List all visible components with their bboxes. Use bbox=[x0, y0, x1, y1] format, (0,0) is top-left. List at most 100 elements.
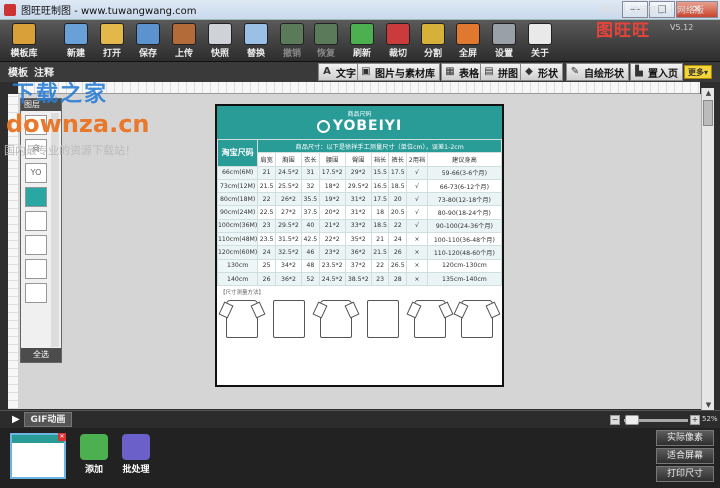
table-cell: × bbox=[406, 245, 428, 260]
scroll-down-icon[interactable]: ▼ bbox=[702, 400, 715, 410]
layer-thumbnail[interactable] bbox=[25, 211, 47, 231]
crop-button[interactable]: 裁切 bbox=[378, 22, 418, 60]
table-row: 110cm(48M) 23.5 31.5*2 42.5 22*2 35*2 21 24 × 100… bbox=[216, 232, 503, 247]
save-icon bbox=[136, 23, 160, 45]
play-icon[interactable]: ▶ bbox=[12, 414, 20, 425]
table-cell: 23.5 bbox=[257, 232, 276, 247]
template-library-button[interactable]: 模板库 bbox=[4, 22, 44, 60]
table-cell: 80cm(18M) bbox=[216, 192, 259, 207]
table-cell: × bbox=[406, 258, 428, 273]
table-cell: 23.5*2 bbox=[318, 258, 346, 273]
zoom-slider-knob[interactable] bbox=[625, 415, 639, 425]
open-button[interactable]: 打开 bbox=[92, 22, 132, 60]
custom-shape-button[interactable]: ✎ 自绘形状 bbox=[566, 63, 629, 81]
table-cell: 29.5*2 bbox=[274, 218, 303, 234]
vertical-scrollbar[interactable]: ▲ ▼ bbox=[701, 88, 714, 410]
window-title: 图旺旺制图 - www.tuwangwang.com bbox=[21, 6, 197, 17]
table-cell: 100cm(36M) bbox=[216, 218, 259, 234]
zoom-in-button[interactable]: + bbox=[690, 415, 700, 425]
redo-button[interactable]: 恢复 bbox=[306, 22, 346, 60]
column-header: 腰围 bbox=[318, 152, 346, 167]
gif-animation-button[interactable]: GIF动画 bbox=[24, 412, 72, 427]
text-tool-button[interactable]: A 文字 bbox=[318, 63, 361, 81]
table-tool-button[interactable]: ▦ 表格 bbox=[441, 63, 484, 81]
table-cell: 26.5 bbox=[388, 258, 408, 273]
page-icon: ▙ bbox=[635, 66, 643, 77]
new-button[interactable]: 新建 bbox=[56, 22, 96, 60]
save-button[interactable]: 保存 bbox=[128, 22, 168, 60]
add-page-button[interactable]: 添加 bbox=[77, 434, 111, 476]
app-window: 图旺旺制图 - www.tuwangwang.com — □ ✕ 模板库 新建 打开… bbox=[0, 0, 720, 488]
table-cell: 110cm(48M) bbox=[216, 232, 259, 247]
size-table[interactable]: 淘宝尺码 商品尺寸：以下是徐祥手工测量尺寸（单位cm），误差1-2cm 肩宽 胸围 衣长… bbox=[216, 138, 503, 287]
image-library-button[interactable]: ▣ 图片与素材库 bbox=[357, 63, 440, 81]
table-cell: 42.5 bbox=[301, 232, 320, 247]
table-row: 73cm(12M) 21.5 25.5*2 32 18*2 29.5*2 16.5 18.5 √… bbox=[216, 178, 503, 194]
version-label: V5.12 bbox=[670, 23, 694, 32]
insert-page-button[interactable]: ▙ 置入页 bbox=[630, 63, 683, 81]
layer-thumbnail[interactable] bbox=[25, 259, 47, 279]
select-all-button[interactable]: 全选 bbox=[21, 348, 61, 362]
scroll-thumb[interactable] bbox=[703, 100, 713, 126]
table-cell: 23 bbox=[257, 218, 276, 234]
column-header: 裆长 bbox=[370, 152, 390, 167]
layer-thumbnail[interactable]: YO bbox=[25, 163, 47, 183]
batch-process-button[interactable]: 批处理 bbox=[119, 434, 153, 476]
redo-icon bbox=[314, 23, 338, 45]
table-cell: 26*2 bbox=[274, 192, 303, 207]
column-header: 臀围 bbox=[344, 152, 372, 167]
upload-button[interactable]: 上传 bbox=[164, 22, 204, 60]
actual-pixels-button[interactable]: 实际像素 bbox=[656, 430, 714, 446]
fit-screen-button[interactable]: 适合屏幕 bbox=[656, 448, 714, 464]
table-cell: 73cm(12M) bbox=[216, 178, 259, 194]
table-cell: 140cm bbox=[216, 271, 259, 287]
split-button[interactable]: 分割 bbox=[413, 22, 453, 60]
table-cell: 22 bbox=[370, 258, 390, 273]
print-size-button[interactable]: 打印尺寸 bbox=[656, 466, 714, 482]
table-row: 140cm 26 36*2 52 24.5*2 38.5*2 23 28 × 135cm-140c… bbox=[216, 271, 503, 287]
table-cell: 32.5*2 bbox=[274, 245, 303, 260]
batch-icon bbox=[122, 434, 150, 460]
bottom-panel: ✕ 添加 批处理 实际像素 适合屏幕 打印尺寸 bbox=[0, 428, 720, 488]
snapshot-button[interactable]: 快照 bbox=[200, 22, 240, 60]
image-icon: ▣ bbox=[361, 66, 371, 77]
table-cell: 52 bbox=[301, 271, 320, 287]
add-icon bbox=[80, 434, 108, 460]
fullscreen-button[interactable]: 全屏 bbox=[448, 22, 488, 60]
tshirt-diagram-icon bbox=[320, 300, 353, 339]
table-cell: 19*2 bbox=[318, 192, 346, 207]
link-tutorial[interactable]: 教程 bbox=[601, 3, 619, 16]
collage-tool-button[interactable]: ▤ 拼图 bbox=[480, 63, 523, 81]
table-cell: 110-120(48-60个月) bbox=[426, 245, 503, 260]
table-cell: 130cm bbox=[216, 258, 259, 273]
layer-thumbnail[interactable] bbox=[25, 235, 47, 255]
watermark-slogan: 国内最专业的资源下载站！ bbox=[4, 144, 136, 157]
layer-thumbnail[interactable] bbox=[25, 187, 47, 207]
more-button[interactable]: 更多 ▾ bbox=[684, 65, 712, 79]
table-cell: 31*2 bbox=[344, 192, 372, 207]
table-cell: 17.5*2 bbox=[318, 165, 346, 180]
zoom-out-button[interactable]: − bbox=[610, 415, 620, 425]
romper-diagram-icon bbox=[413, 300, 446, 339]
link-network-version[interactable]: 网络版 bbox=[677, 3, 704, 16]
refresh-button[interactable]: 刷新 bbox=[342, 22, 382, 60]
about-button[interactable]: 关于 bbox=[520, 22, 560, 60]
shirt-diagram-icon bbox=[226, 300, 259, 339]
layer-thumbnail[interactable] bbox=[25, 283, 47, 303]
table-cell: 34*2 bbox=[274, 258, 303, 273]
table-cell: 17.5 bbox=[370, 192, 390, 207]
replace-button[interactable]: 替换 bbox=[236, 22, 276, 60]
table-cell: 66-73(6-12个月) bbox=[426, 178, 503, 194]
page-thumbnail[interactable]: ✕ bbox=[10, 433, 66, 479]
close-thumbnail-icon[interactable]: ✕ bbox=[58, 433, 66, 441]
table-cell: 18.5 bbox=[370, 218, 390, 234]
brand-logo: 图旺旺 bbox=[596, 21, 650, 41]
document-page[interactable]: 商品尺码 YOBEIYI 淘宝尺码 商品尺寸：以下是徐祥手工测量尺寸（单位cm），… bbox=[215, 104, 504, 387]
table-cell: 24 bbox=[388, 232, 408, 247]
link-official-site[interactable]: 访问官网 bbox=[630, 3, 666, 16]
settings-button[interactable]: 设置 bbox=[484, 22, 524, 60]
table-cell: 23 bbox=[370, 271, 390, 287]
shape-tool-button[interactable]: ◆ 形状 bbox=[520, 63, 563, 81]
scroll-up-icon[interactable]: ▲ bbox=[702, 88, 715, 98]
table-title: 淘宝尺码 bbox=[216, 139, 259, 167]
